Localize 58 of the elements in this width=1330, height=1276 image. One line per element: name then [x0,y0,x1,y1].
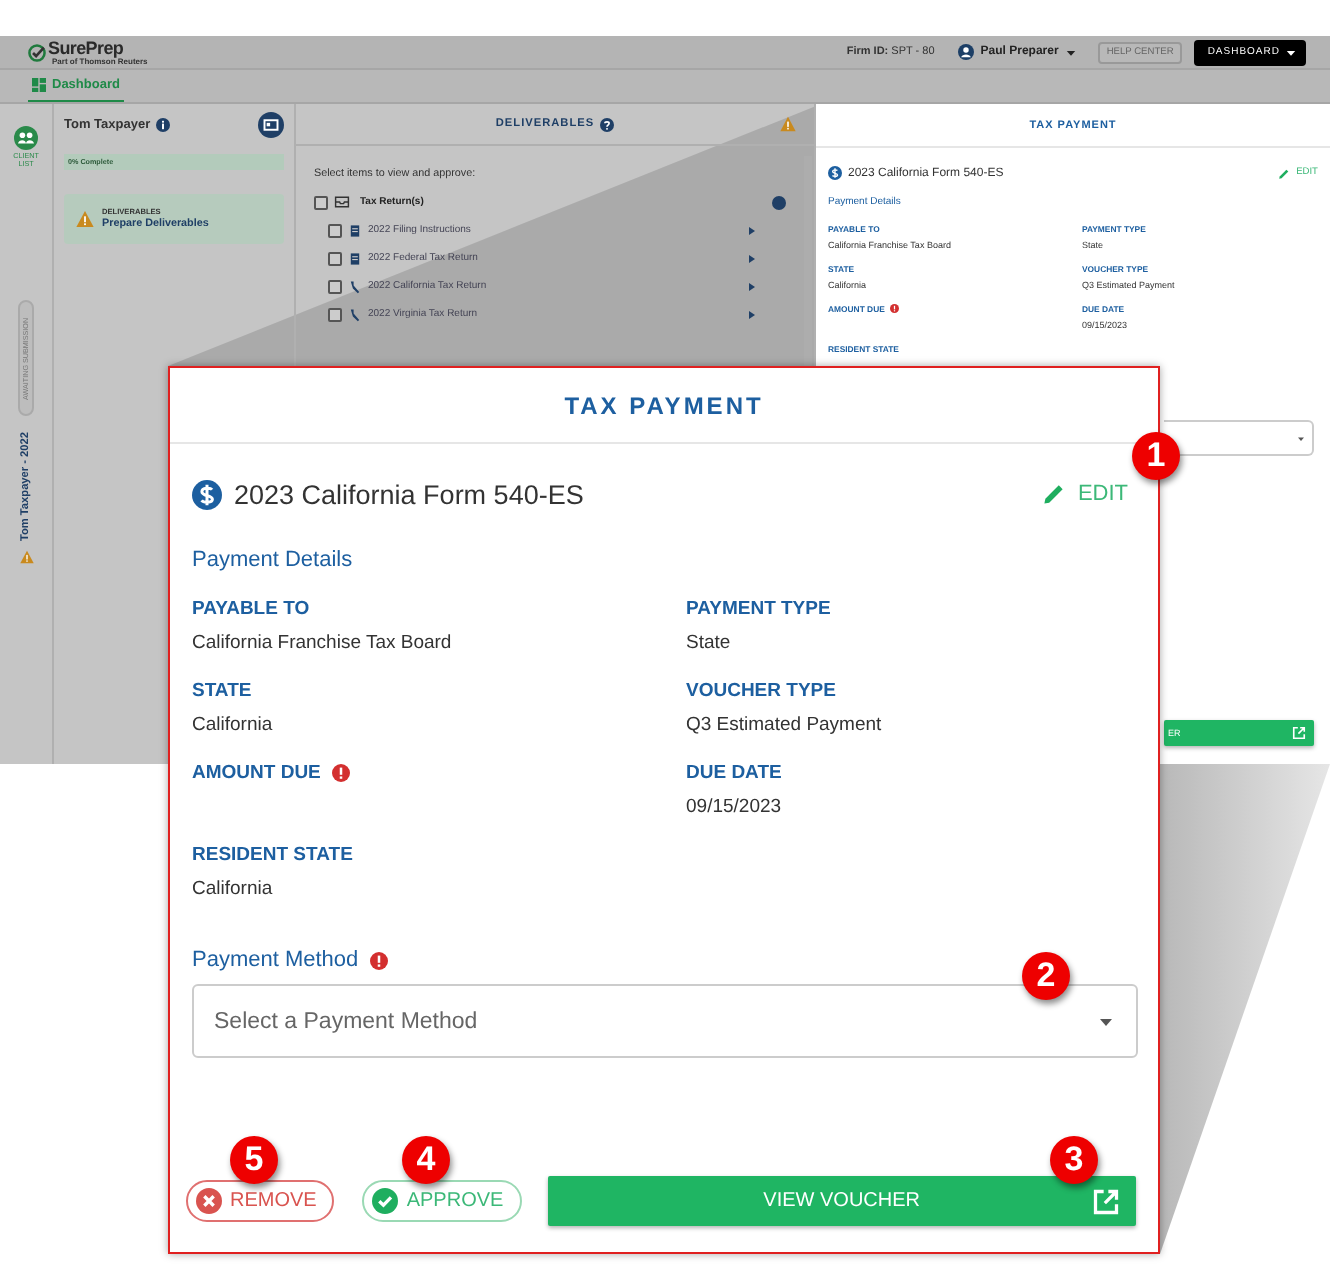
document-icon [348,251,362,265]
people-icon [14,126,38,150]
tray-icon [334,194,350,210]
required-icon [890,304,900,314]
checkbox[interactable] [328,251,342,265]
field-value: 09/15/2023 [686,796,784,818]
required-icon [332,764,351,782]
checkbox[interactable] [328,279,342,293]
caret-icon [1284,45,1298,59]
info-icon [156,117,171,131]
dollar-icon [828,166,842,180]
external-link-icon [1092,1187,1120,1215]
field-label: Payment Method [192,948,359,972]
client-card-button[interactable] [258,111,284,137]
user-icon [958,44,975,60]
field-label: RESIDENT STATE [192,844,353,866]
dollar-icon [192,479,222,509]
pencil-icon [1041,482,1066,506]
section-title: Payment Details [190,548,355,572]
field-label: AMOUNT DUE [192,762,321,784]
field-label: VOUCHER TYPE [686,680,836,702]
edit-button[interactable]: EDIT [1041,482,1128,506]
document-icon [348,223,362,237]
chevron-icon [748,253,756,263]
dashboard-icon [32,78,46,92]
field-value: California [192,878,275,900]
view-voucher-button[interactable]: VIEW VOUCHER [547,1176,1136,1226]
warning-icon [76,210,94,228]
approve-button[interactable]: APPROVE [362,1180,522,1222]
field-label: DUE DATE [686,762,782,784]
caret-icon [1296,433,1306,443]
required-icon [370,951,389,969]
logo-icon [28,43,46,61]
field-label: PAYABLE TO [192,598,310,620]
external-link-icon [1292,726,1306,740]
field-value: State [686,632,733,654]
field-value: California [192,714,275,736]
warning-icon [780,116,796,132]
warning-icon [19,550,33,565]
field-label: STATE [192,680,252,702]
chevron-icon [748,309,756,319]
field-value: Q3 Estimated Payment [686,714,884,736]
chevron-icon [748,281,756,291]
chevron-icon [748,225,756,235]
payment-method-select[interactable]: Select a Payment Method [192,984,1138,1058]
check-icon [372,1188,399,1214]
caret-icon [1064,45,1079,59]
panel-title: TAX PAYMENT [564,391,764,419]
form-name: 2023 California Form 540-ES [234,479,584,509]
close-icon [196,1188,222,1214]
field-label: PAYMENT TYPE [686,598,831,620]
field-value: California Franchise Tax Board [192,632,454,654]
pencil-icon [1278,167,1291,179]
checkbox[interactable] [328,223,342,237]
help-icon [600,117,615,131]
checkbox[interactable] [314,195,328,209]
remove-button[interactable]: REMOVE [186,1180,335,1222]
logo-text: SurePrep [48,39,126,57]
